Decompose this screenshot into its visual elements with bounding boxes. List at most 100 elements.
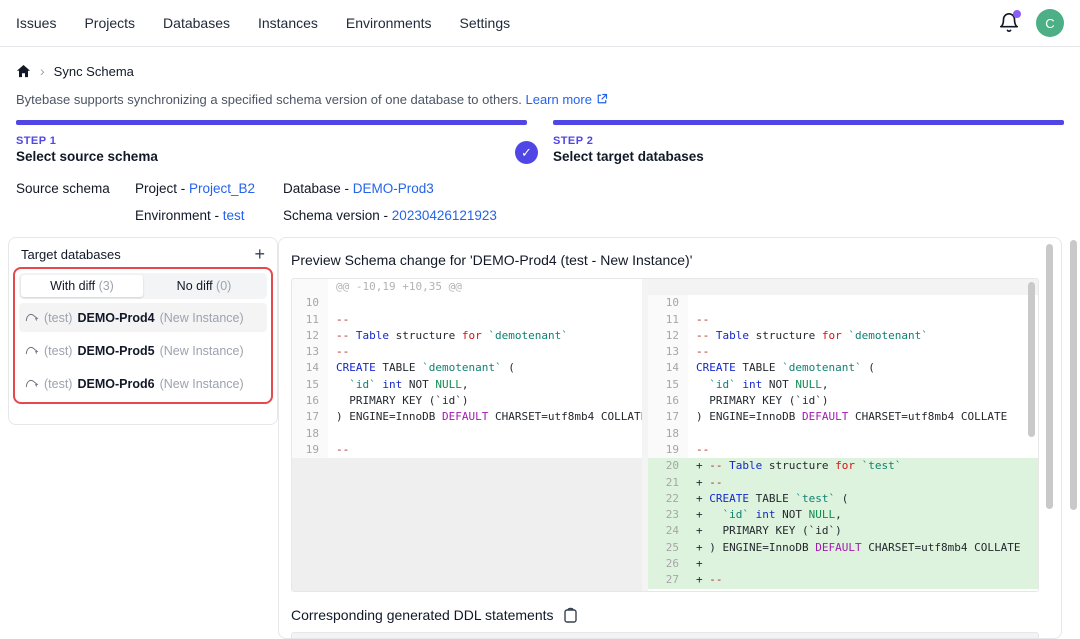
tab-with-diff[interactable]: With diff (3) bbox=[21, 275, 143, 297]
code-line bbox=[688, 295, 1038, 311]
diff-code-row: 19-- bbox=[292, 442, 642, 458]
add-target-database-button[interactable]: + bbox=[254, 246, 265, 262]
diff-code-row: 13-- bbox=[292, 344, 642, 360]
step-2[interactable]: STEP 2 Select target databases bbox=[553, 120, 1064, 164]
db-environment-prefix: (test) bbox=[44, 311, 72, 325]
mysql-icon bbox=[25, 344, 39, 358]
code-line bbox=[328, 295, 642, 311]
notification-bell-button[interactable] bbox=[998, 12, 1020, 34]
external-link-icon bbox=[596, 93, 608, 108]
line-number: 16 bbox=[648, 393, 688, 409]
diff-code-row: 27+ -- bbox=[648, 572, 1038, 588]
diff-code-row: 17) ENGINE=InnoDB DEFAULT CHARSET=utf8mb… bbox=[292, 409, 642, 425]
learn-more-link[interactable]: Learn more bbox=[525, 92, 607, 107]
line-number: 18 bbox=[648, 426, 688, 442]
target-databases-title: Target databases bbox=[21, 247, 121, 262]
source-schema-label: Source schema bbox=[16, 181, 135, 223]
home-icon[interactable] bbox=[16, 64, 31, 79]
copy-icon[interactable] bbox=[563, 607, 578, 623]
page-scrollbar-thumb[interactable] bbox=[1070, 240, 1077, 510]
target-database-item[interactable]: (test) DEMO-Prod6 (New Instance) bbox=[19, 369, 267, 398]
diff-code-row: 10 bbox=[292, 295, 642, 311]
code-line bbox=[328, 426, 642, 442]
source-schema-summary: Source schema Project - Project_B2Databa… bbox=[0, 164, 1080, 223]
diff-code-row: 24+ PRIMARY KEY (`id`) bbox=[648, 523, 1038, 539]
diff-empty-filler bbox=[292, 458, 642, 591]
diff-pane-original: @@ -10,19 +10,35 @@1011--12-- Table stru… bbox=[292, 279, 648, 591]
diff-code-row: 16 PRIMARY KEY (`id`) bbox=[648, 393, 1038, 409]
line-number: 19 bbox=[292, 442, 328, 458]
diff-code-row: 13-- bbox=[648, 344, 1038, 360]
panel-scrollbar-thumb[interactable] bbox=[1046, 244, 1053, 509]
diff-spacer-row bbox=[648, 279, 1038, 295]
line-number: 16 bbox=[292, 393, 328, 409]
avatar[interactable]: C bbox=[1036, 9, 1064, 37]
sync-schema-page: { "nav": { "items": ["Issues", "Projects… bbox=[0, 0, 1080, 639]
target-database-list: (test) DEMO-Prod4 (New Instance)(test) D… bbox=[19, 303, 267, 398]
diff-code-row: 16 PRIMARY KEY (`id`) bbox=[292, 393, 642, 409]
target-database-item[interactable]: (test) DEMO-Prod4 (New Instance) bbox=[19, 303, 267, 332]
diff-code-row: 14CREATE TABLE `demotenant` ( bbox=[648, 360, 1038, 376]
breadcrumb: › Sync Schema bbox=[0, 47, 1080, 79]
nav-item-issues[interactable]: Issues bbox=[16, 15, 56, 31]
diff-code-row: 12-- Table structure for `demotenant` bbox=[292, 328, 642, 344]
schema-diff-editor: @@ -10,19 +10,35 @@1011--12-- Table stru… bbox=[291, 278, 1039, 592]
code-line: -- Table structure for `demotenant` bbox=[688, 328, 1038, 344]
preview-panel: Preview Schema change for 'DEMO-Prod4 (t… bbox=[278, 237, 1062, 639]
code-line: CREATE TABLE `demotenant` ( bbox=[688, 360, 1038, 376]
line-number: 10 bbox=[648, 295, 688, 311]
line-number: 14 bbox=[292, 360, 328, 376]
code-line: -- bbox=[328, 312, 642, 328]
line-number: 21 bbox=[648, 475, 688, 491]
code-line: + bbox=[688, 556, 1038, 572]
code-line: + ) ENGINE=InnoDB DEFAULT CHARSET=utf8mb… bbox=[688, 540, 1038, 556]
nav-item-instances[interactable]: Instances bbox=[258, 15, 318, 31]
source-field-value-link[interactable]: Project_B2 bbox=[189, 181, 255, 196]
page-description: Bytebase supports synchronizing a specif… bbox=[0, 79, 1080, 108]
code-line: -- bbox=[688, 442, 1038, 458]
line-number: 24 bbox=[648, 523, 688, 539]
step-1-title: Select source schema bbox=[16, 149, 527, 164]
target-database-item[interactable]: (test) DEMO-Prod5 (New Instance) bbox=[19, 336, 267, 365]
diff-tabs: With diff (3)No diff (0) bbox=[19, 273, 267, 299]
tab-no-diff[interactable]: No diff (0) bbox=[143, 275, 265, 297]
line-number: 23 bbox=[648, 507, 688, 523]
source-field: Project - Project_B2 bbox=[135, 181, 283, 196]
diff-code-row: 20+ -- Table structure for `test` bbox=[648, 458, 1038, 474]
source-field-value-link[interactable]: 20230426121923 bbox=[392, 208, 497, 223]
nav-item-settings[interactable]: Settings bbox=[460, 15, 511, 31]
breadcrumb-page-title: Sync Schema bbox=[54, 64, 134, 79]
diff-code-row: 23+ `id` int NOT NULL, bbox=[648, 507, 1038, 523]
step-2-title: Select target databases bbox=[553, 149, 1064, 164]
db-instance-suffix: (New Instance) bbox=[160, 377, 244, 391]
nav-item-databases[interactable]: Databases bbox=[163, 15, 230, 31]
line-number: 22 bbox=[648, 491, 688, 507]
nav-item-environments[interactable]: Environments bbox=[346, 15, 432, 31]
diff-code-row: 10 bbox=[648, 295, 1038, 311]
step-1[interactable]: STEP 1 Select source schema ✓ bbox=[16, 120, 527, 164]
code-line: CREATE TABLE `demotenant` ( bbox=[328, 360, 642, 376]
step-1-label: STEP 1 bbox=[16, 135, 527, 147]
source-field-value-link[interactable]: test bbox=[223, 208, 245, 223]
line-number: 18 bbox=[292, 426, 328, 442]
source-field-value-link[interactable]: DEMO-Prod3 bbox=[353, 181, 434, 196]
line-number bbox=[292, 279, 328, 295]
line-number: 12 bbox=[292, 328, 328, 344]
line-number: 25 bbox=[648, 540, 688, 556]
target-databases-highlight-box: With diff (3)No diff (0) (test) DEMO-Pro… bbox=[13, 267, 273, 404]
code-line: + -- bbox=[688, 572, 1038, 588]
diff-hunk-row: @@ -10,19 +10,35 @@ bbox=[292, 279, 642, 295]
diff-code-row: 26+ bbox=[648, 556, 1038, 572]
code-line: ) ENGINE=InnoDB DEFAULT CHARSET=utf8mb4 … bbox=[328, 409, 642, 425]
mysql-icon bbox=[25, 377, 39, 391]
db-environment-prefix: (test) bbox=[44, 344, 72, 358]
db-name: DEMO-Prod4 bbox=[77, 311, 154, 325]
code-line: + PRIMARY KEY (`id`) bbox=[688, 523, 1038, 539]
notification-dot bbox=[1013, 10, 1021, 18]
diff-code-row: 21+ -- bbox=[648, 475, 1038, 491]
editor-scrollbar-thumb[interactable] bbox=[1028, 282, 1035, 437]
db-environment-prefix: (test) bbox=[44, 377, 72, 391]
line-number: 14 bbox=[648, 360, 688, 376]
code-line: + -- bbox=[688, 475, 1038, 491]
nav-item-projects[interactable]: Projects bbox=[84, 15, 135, 31]
